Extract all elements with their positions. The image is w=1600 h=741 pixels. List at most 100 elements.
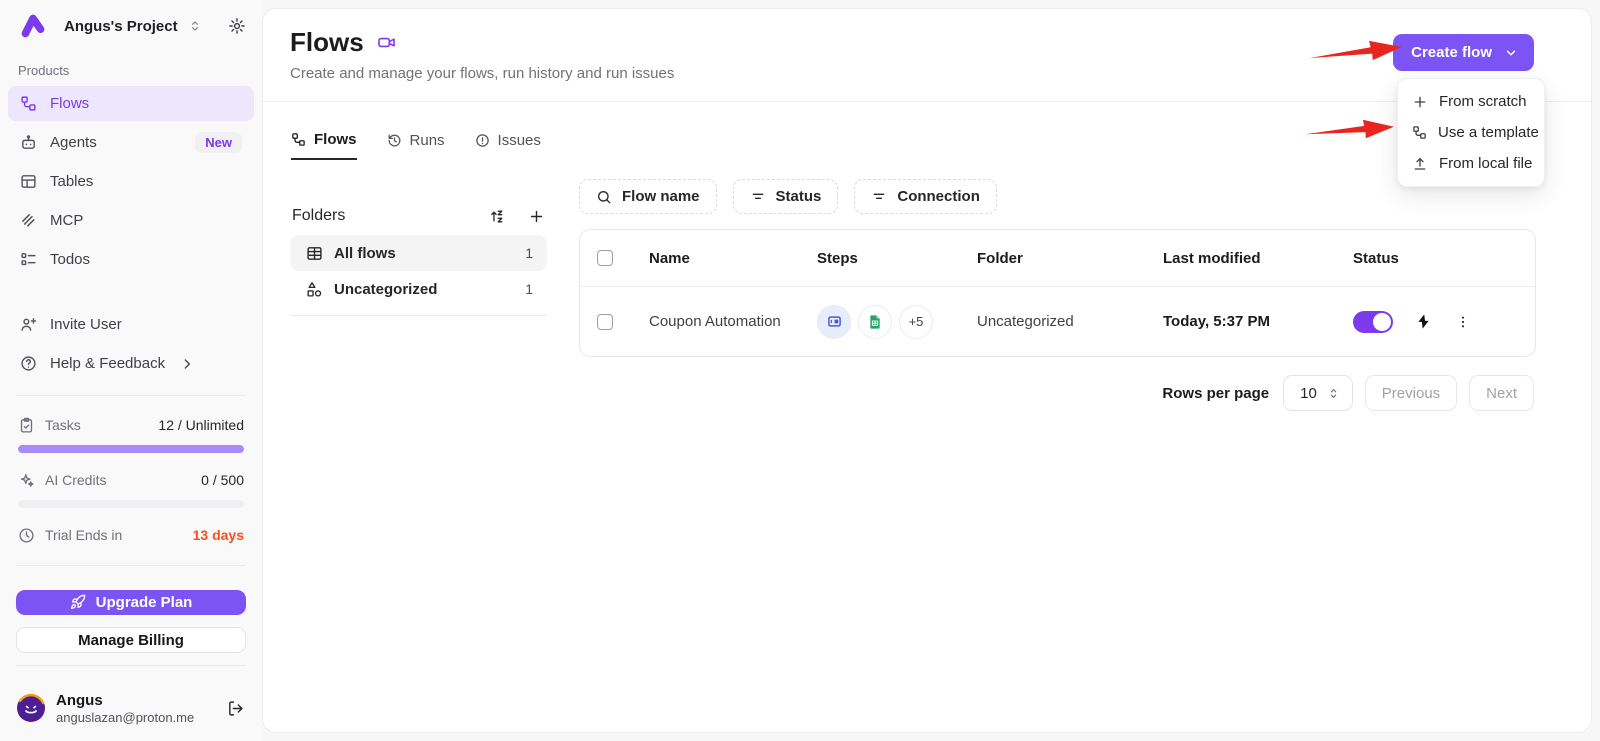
flow-enabled-toggle[interactable] bbox=[1353, 310, 1393, 333]
history-icon bbox=[387, 133, 402, 148]
rows-per-page-label: Rows per page bbox=[1162, 384, 1270, 402]
tasks-value: 12 / Unlimited bbox=[158, 417, 244, 434]
user-footer[interactable]: Angus anguslazan@proton.me bbox=[0, 680, 262, 741]
todos-icon bbox=[20, 251, 37, 268]
filter-label: Status bbox=[775, 188, 822, 205]
folders-title: Folders bbox=[292, 207, 346, 224]
manage-billing-button[interactable]: Manage Billing bbox=[16, 627, 246, 653]
select-all-checkbox[interactable] bbox=[597, 250, 613, 266]
previous-label: Previous bbox=[1381, 384, 1441, 402]
flows-table: Name Steps Folder Last modified Status C… bbox=[579, 229, 1536, 357]
sidebar-item-mcp[interactable]: MCP bbox=[8, 203, 254, 238]
tab-flows[interactable]: Flows bbox=[291, 131, 357, 160]
app-logo-icon bbox=[20, 13, 46, 39]
upgrade-plan-label: Upgrade Plan bbox=[95, 593, 193, 611]
sidebar-item-help-feedback[interactable]: Help & Feedback bbox=[8, 346, 254, 381]
project-selector-icon[interactable] bbox=[188, 19, 202, 33]
tab-label: Runs bbox=[409, 132, 445, 149]
workflow-icon bbox=[291, 132, 306, 147]
column-header-last-modified: Last modified bbox=[1163, 249, 1261, 267]
menu-item-use-a-template[interactable]: Use a template bbox=[1404, 117, 1539, 148]
table-icon bbox=[20, 173, 37, 190]
lightning-bolt-icon[interactable] bbox=[1415, 313, 1432, 330]
sidebar-item-tables[interactable]: Tables bbox=[8, 164, 254, 199]
sidebar-item-agents[interactable]: Agents New bbox=[8, 125, 254, 160]
trial-row: Trial Ends in 13 days bbox=[16, 518, 246, 553]
mcp-icon bbox=[20, 212, 37, 229]
sidebar-item-label: Invite User bbox=[50, 316, 122, 333]
next-page-button[interactable]: Next bbox=[1469, 375, 1534, 411]
rocket-icon bbox=[70, 594, 86, 610]
clock-icon bbox=[18, 527, 35, 544]
sidebar-item-todos[interactable]: Todos bbox=[8, 242, 254, 277]
folder-item-uncategorized[interactable]: Uncategorized 1 bbox=[290, 271, 547, 307]
sidebar-item-label: Todos bbox=[50, 251, 91, 268]
next-label: Next bbox=[1486, 384, 1517, 402]
sidebar-item-label: Help & Feedback bbox=[50, 355, 166, 372]
connection-filter[interactable]: Connection bbox=[854, 179, 997, 214]
create-flow-menu: From scratch Use a template From local f… bbox=[1397, 78, 1545, 187]
folder-label: All flows bbox=[334, 244, 396, 262]
project-name[interactable]: Angus's Project bbox=[64, 18, 178, 35]
user-plus-icon bbox=[20, 316, 37, 333]
tasks-progress-bar bbox=[18, 444, 244, 453]
menu-item-from-scratch[interactable]: From scratch bbox=[1404, 86, 1538, 117]
new-badge: New bbox=[195, 132, 242, 153]
sort-az-icon[interactable] bbox=[489, 208, 506, 225]
status-cell bbox=[1353, 310, 1535, 333]
create-flow-label: Create flow bbox=[1411, 44, 1492, 61]
more-steps-badge: +5 bbox=[899, 304, 933, 339]
table-row[interactable]: Coupon Automation +5 Uncategorized Today… bbox=[580, 287, 1535, 356]
previous-page-button[interactable]: Previous bbox=[1364, 375, 1458, 411]
column-header-status: Status bbox=[1353, 249, 1399, 267]
flow-name-filter[interactable]: Flow name bbox=[579, 179, 717, 214]
flow-name[interactable]: Coupon Automation bbox=[649, 313, 817, 330]
trial-label: Trial Ends in bbox=[45, 527, 123, 544]
ai-credits-value: 0 / 500 bbox=[201, 472, 244, 489]
video-tutorial-icon[interactable] bbox=[377, 33, 396, 52]
sidebar: Angus's Project Products Flows Agents Ne… bbox=[0, 0, 262, 741]
row-checkbox[interactable] bbox=[597, 313, 613, 330]
workflow-icon bbox=[1412, 125, 1427, 140]
ai-credits-usage-row: AI Credits 0 / 500 bbox=[16, 463, 246, 498]
table-header-row: Name Steps Folder Last modified Status bbox=[580, 230, 1535, 287]
plus-icon[interactable] bbox=[528, 208, 545, 225]
settings-gear-icon[interactable] bbox=[228, 17, 246, 35]
products-section-label: Products bbox=[18, 63, 70, 78]
menu-item-label: From local file bbox=[1439, 155, 1533, 172]
status-filter[interactable]: Status bbox=[732, 179, 839, 214]
filter-icon bbox=[871, 189, 887, 205]
trial-days-value: 13 days bbox=[192, 527, 244, 544]
folder-count: 1 bbox=[525, 245, 533, 261]
row-menu-kebab-icon[interactable] bbox=[1455, 314, 1471, 330]
filters-bar: Flow name Status Connection bbox=[579, 179, 997, 214]
clipboard-check-icon bbox=[18, 417, 35, 434]
upload-icon bbox=[1412, 156, 1428, 172]
tab-issues[interactable]: Issues bbox=[475, 131, 541, 160]
sidebar-item-flows[interactable]: Flows bbox=[8, 86, 254, 121]
plus-icon bbox=[1412, 94, 1428, 110]
search-icon bbox=[596, 189, 612, 205]
menu-item-label: From scratch bbox=[1439, 93, 1527, 110]
sidebar-item-label: Flows bbox=[50, 95, 90, 112]
bot-icon bbox=[20, 134, 37, 151]
upgrade-plan-button[interactable]: Upgrade Plan bbox=[16, 589, 246, 615]
sidebar-item-invite-user[interactable]: Invite User bbox=[8, 307, 254, 342]
flow-folder: Uncategorized bbox=[977, 313, 1074, 330]
google-sheets-icon bbox=[858, 304, 892, 339]
steps-cell: +5 bbox=[817, 304, 977, 339]
menu-item-from-local-file[interactable]: From local file bbox=[1404, 148, 1538, 179]
pagination: Rows per page 10 Previous Next bbox=[1162, 375, 1534, 411]
tab-runs[interactable]: Runs bbox=[387, 131, 445, 160]
sidebar-nav: Flows Agents New Tables MCP Todos Invite… bbox=[0, 84, 262, 383]
logout-icon[interactable] bbox=[227, 700, 244, 717]
chevron-right-icon bbox=[180, 357, 194, 371]
sidebar-header: Angus's Project bbox=[0, 0, 262, 49]
sidebar-item-label: Tables bbox=[50, 173, 94, 190]
tabs: Flows Runs Issues bbox=[291, 131, 541, 160]
folder-item-all-flows[interactable]: All flows 1 bbox=[290, 235, 547, 271]
manage-billing-label: Manage Billing bbox=[78, 631, 184, 649]
create-flow-button[interactable]: Create flow bbox=[1393, 34, 1534, 71]
user-email: anguslazan@proton.me bbox=[56, 710, 195, 725]
rows-per-page-select[interactable]: 10 bbox=[1283, 375, 1353, 411]
